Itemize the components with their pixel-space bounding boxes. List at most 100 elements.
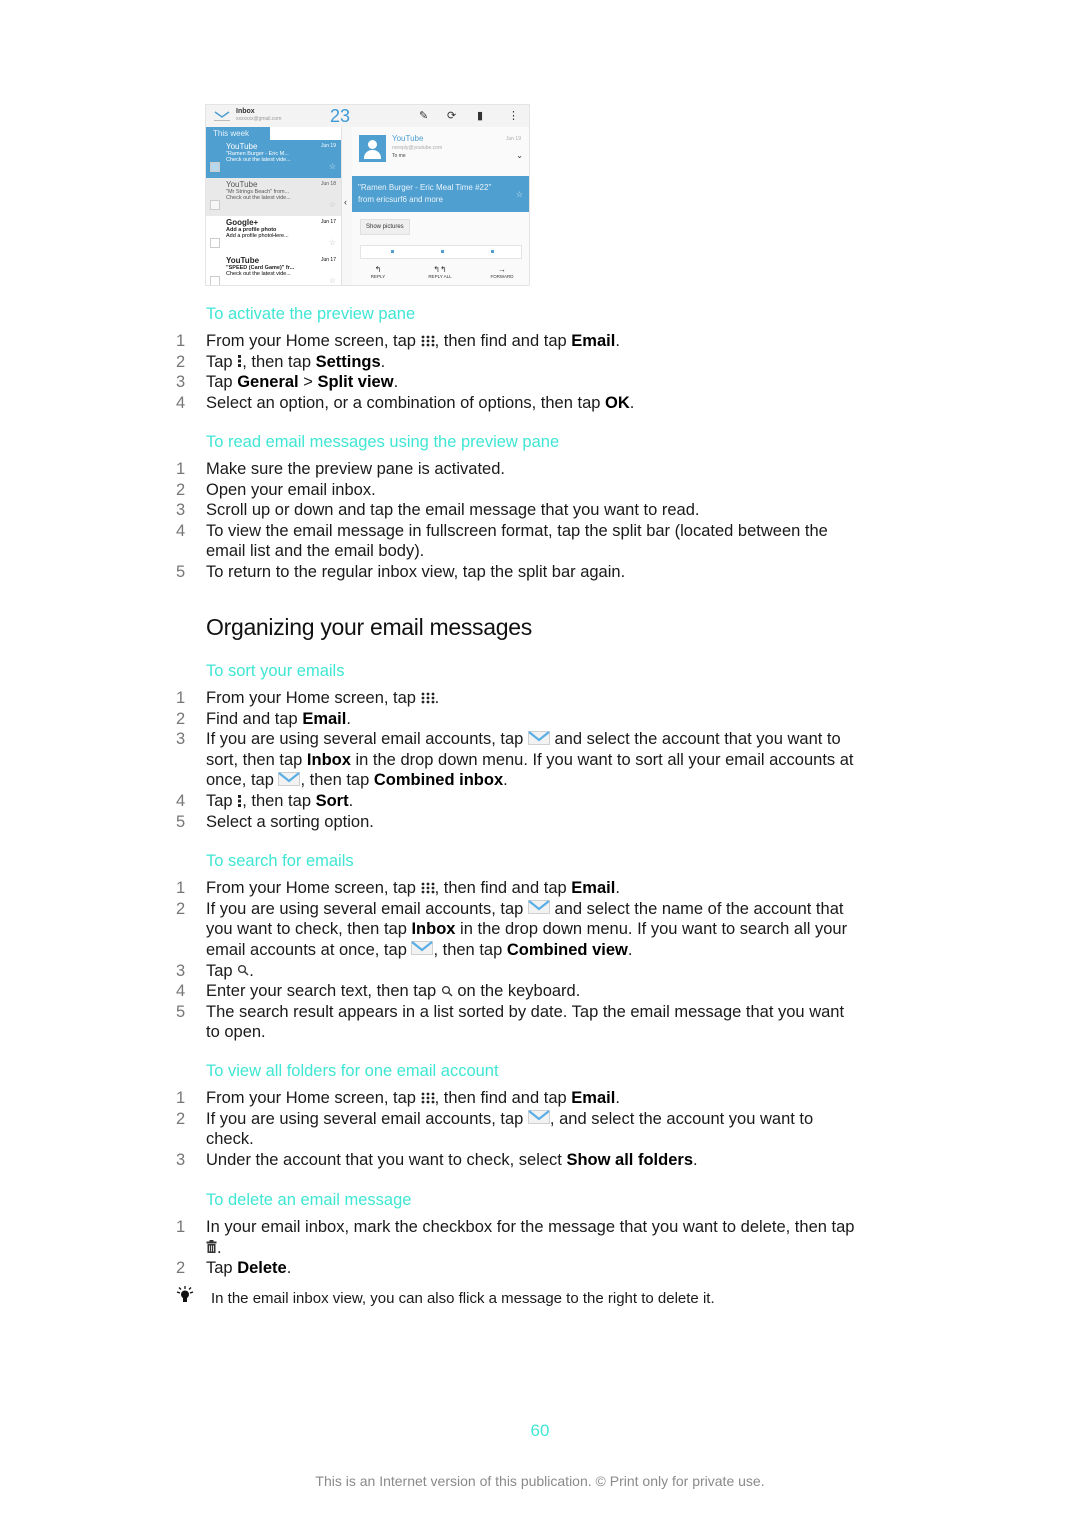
step: 3 Tap General > Split view. bbox=[176, 373, 399, 391]
envelope-icon bbox=[528, 731, 550, 745]
reply-all-button: ↰↰ REPLY ALL bbox=[420, 265, 460, 279]
step: 5 Select a sorting option. bbox=[176, 812, 856, 833]
step: 2 If you are using several email account… bbox=[176, 1109, 814, 1149]
reading-sender: YouTube bbox=[392, 134, 424, 143]
message-date: Jun 17 bbox=[320, 219, 336, 225]
reading-address: noreply@youtube.com bbox=[392, 145, 443, 151]
step-number: 3 bbox=[176, 961, 186, 980]
heading-sort-emails: To sort your emails bbox=[206, 662, 345, 680]
step: 4 Enter your search text, then tap on th… bbox=[176, 982, 581, 1000]
reading-subject: "Ramen Burger - Eric Meal Time #22" from… bbox=[358, 183, 492, 204]
step-text: To view the email message in fullscreen … bbox=[206, 521, 828, 561]
message-checkbox bbox=[210, 162, 220, 172]
reading-date: Jun 19 bbox=[505, 136, 521, 142]
search-icon bbox=[441, 985, 453, 997]
heading-view-all-folders: To view all folders for one email accoun… bbox=[206, 1062, 499, 1080]
reading-actions: ↰ REPLY ↰↰ REPLY ALL → FORWARD bbox=[352, 265, 529, 285]
star-icon: ☆ bbox=[328, 238, 336, 247]
reading-recipient: To me bbox=[392, 153, 406, 159]
email-app-screenshot: Inbox xxxxxxx@gmail.com 23 ✎ ⟳ ▮ ⋮ YouTu… bbox=[205, 104, 530, 286]
step-number: 5 bbox=[176, 563, 186, 581]
footer-note: This is an Internet version of this publ… bbox=[315, 1473, 765, 1489]
account-address: xxxxxxx@gmail.com bbox=[236, 116, 282, 122]
step: 3 If you are using several email account… bbox=[176, 730, 854, 790]
step-number: 2 bbox=[176, 1109, 186, 1128]
heading-delete-email: To delete an email message bbox=[206, 1191, 412, 1209]
reading-pane: YouTube noreply@youtube.com To me Jun 19… bbox=[352, 127, 529, 285]
step-number: 4 bbox=[176, 393, 186, 412]
step: 4 To view the email message in fullscreen… bbox=[176, 521, 856, 562]
star-icon: ☆ bbox=[328, 276, 336, 285]
message-date: Jun 19 bbox=[320, 143, 336, 149]
compose-icon: ✎ bbox=[419, 110, 429, 122]
step-text: The search result appears in a list sort… bbox=[206, 1002, 845, 1042]
apps-grid-icon bbox=[421, 1092, 435, 1104]
step: 3 Scroll up or down and tap the email mes… bbox=[176, 500, 856, 521]
step-number: 3 bbox=[176, 1151, 186, 1169]
step: 5 To return to the regular inbox view, ta… bbox=[176, 562, 856, 583]
apps-grid-icon bbox=[421, 335, 435, 347]
reading-subject-banner: "Ramen Burger - Eric Meal Time #22" from… bbox=[352, 176, 529, 212]
message-row: YouTube Jun 19 "Ramen Burger - Eric M...… bbox=[206, 140, 341, 178]
overflow-menu-icon: ⋮ bbox=[508, 110, 519, 122]
step-text: Make sure the preview pane is activated. bbox=[206, 460, 505, 478]
menu-dots-icon bbox=[237, 354, 242, 368]
section-label-this-week: This week bbox=[206, 127, 270, 140]
step-number: 2 bbox=[176, 709, 186, 728]
step: 1 From your Home screen, tap . bbox=[176, 689, 440, 707]
star-icon: ☆ bbox=[328, 200, 336, 209]
message-preview: Add a profile photoHere... bbox=[226, 233, 289, 239]
message-checkbox bbox=[210, 238, 220, 248]
search-icon bbox=[237, 964, 249, 976]
tip-text: In the email inbox view, you can also fl… bbox=[211, 1290, 715, 1307]
step-number: 3 bbox=[176, 730, 186, 748]
step: 1 From your Home screen, tap , then find… bbox=[176, 332, 620, 350]
step-number: 4 bbox=[176, 521, 186, 540]
apps-grid-icon bbox=[421, 692, 435, 704]
step: 1 Make sure the preview pane is activated… bbox=[176, 459, 856, 480]
message-row: YouTube Jun 18 "Mr Strings Beach" from..… bbox=[206, 178, 341, 216]
message-preview: Check out the latest vide... bbox=[226, 195, 291, 201]
step: 3 Tap . bbox=[176, 961, 254, 980]
step-number: 1 bbox=[176, 1218, 186, 1236]
page-number: 60 bbox=[530, 1421, 550, 1440]
step-number: 3 bbox=[176, 373, 186, 391]
step-number: 3 bbox=[176, 501, 186, 519]
section-title: Organizing your email messages bbox=[206, 614, 532, 640]
tip-note: In the email inbox view, you can also fl… bbox=[176, 1286, 876, 1307]
step-number: 4 bbox=[176, 982, 186, 1000]
step: 4 Select an option, or a combination of … bbox=[176, 393, 635, 412]
step-number: 4 bbox=[176, 792, 186, 810]
step-text: Select a sorting option. bbox=[206, 812, 374, 831]
message-checkbox bbox=[210, 276, 220, 285]
message-date: Jun 18 bbox=[320, 181, 336, 187]
trash-icon bbox=[206, 1240, 217, 1253]
message-checkbox bbox=[210, 200, 220, 210]
step: 2 Tap , then tap Settings. bbox=[176, 352, 386, 371]
refresh-icon: ⟳ bbox=[447, 110, 457, 122]
apps-grid-icon bbox=[421, 882, 435, 894]
menu-dots-icon bbox=[237, 794, 242, 808]
inbox-title: Inbox bbox=[236, 108, 255, 115]
step: 2 Tap Delete. bbox=[176, 1259, 292, 1277]
step-text: Open your email inbox. bbox=[206, 480, 376, 499]
forward-icon: → bbox=[498, 265, 506, 274]
step-number: 1 bbox=[176, 332, 186, 350]
unread-count: 23 bbox=[330, 106, 351, 126]
heading-activate-preview-pane: To activate the preview pane bbox=[206, 305, 416, 323]
step: 1 In your email inbox, mark the checkbox… bbox=[176, 1218, 855, 1257]
delete-icon: ▮ bbox=[477, 110, 484, 122]
reply-button: ↰ REPLY bbox=[358, 265, 398, 279]
chevron-down-icon: ⌄ bbox=[516, 151, 523, 160]
step-number: 1 bbox=[176, 879, 186, 897]
star-icon: ☆ bbox=[328, 162, 336, 171]
step-number: 2 bbox=[176, 1259, 186, 1277]
chevron-left-icon: ‹ bbox=[344, 197, 347, 207]
lightbulb-tip-icon bbox=[176, 1286, 194, 1302]
step-number: 2 bbox=[176, 480, 186, 499]
step: 3 Under the account that you want to che… bbox=[176, 1151, 698, 1169]
envelope-icon bbox=[278, 772, 300, 786]
envelope-icon bbox=[528, 900, 550, 914]
message-preview: Check out the latest vide... bbox=[226, 157, 291, 163]
step: 1 From your Home screen, tap , then find… bbox=[176, 879, 620, 897]
